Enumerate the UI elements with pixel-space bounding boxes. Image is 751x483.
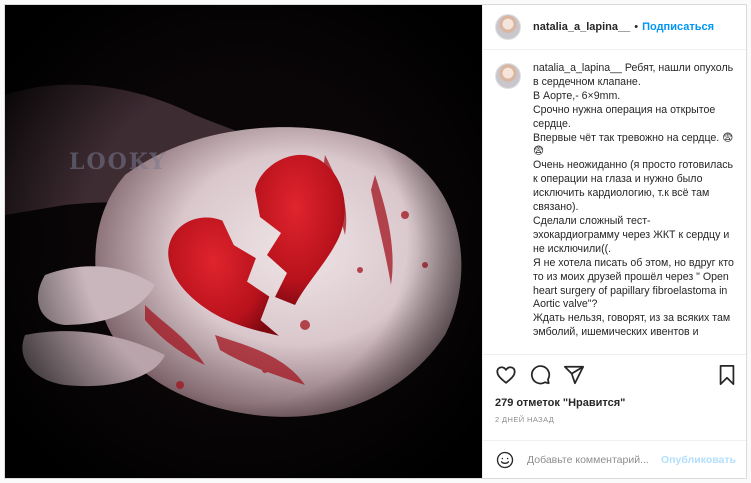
caption-line: Я не хотела писать об этом, но вдруг кто… — [533, 256, 734, 311]
caption-username[interactable]: natalia_a_lapina__ — [533, 62, 622, 74]
publish-button[interactable]: Опубликовать — [661, 454, 736, 466]
header-separator: • — [634, 21, 639, 33]
caption-line: В Аорте,- 6×9mm. — [533, 89, 621, 102]
heart-icon[interactable] — [493, 362, 519, 388]
follow-button[interactable]: Подписаться — [642, 21, 714, 33]
caption-line: Впервые чёт так тревожно на сердце. 😨😨 — [533, 131, 734, 158]
caption-line: Ждать нельзя, говорят, из за всяких там … — [533, 312, 731, 339]
likes-count[interactable]: 279 отметок "Нравится" — [483, 394, 746, 414]
smiley-icon[interactable] — [495, 450, 515, 470]
caption-line: Очень неожиданно (я просто готовилась к … — [533, 159, 734, 214]
post-header: natalia_a_lapina__ • Подписаться — [483, 5, 746, 50]
post-side-panel: natalia_a_lapina__ • Подписаться natalia… — [482, 5, 746, 478]
post-timestamp[interactable]: 2 ДНЕЙ НАЗАД — [483, 414, 746, 440]
action-bar — [483, 354, 746, 394]
comments-area: natalia_a_lapina__ Ребят, нашли опухоль … — [483, 50, 746, 354]
paper-plane-icon[interactable] — [561, 362, 587, 388]
comment-icon[interactable] — [527, 362, 553, 388]
image-watermark: LOOKY — [69, 149, 168, 175]
caption-avatar[interactable] — [495, 63, 521, 89]
post-image[interactable]: LOOKY — [5, 5, 482, 478]
bookmark-icon[interactable] — [714, 362, 740, 388]
add-comment-bar: Опубликовать — [483, 440, 746, 478]
caption-line: Сделали сложный тест-эхокардиограмму чер… — [533, 214, 730, 255]
author-avatar[interactable] — [495, 14, 521, 40]
broken-heart-photo — [5, 5, 482, 478]
comment-input[interactable] — [527, 453, 662, 466]
post-caption: natalia_a_lapina__ Ребят, нашли опухоль … — [533, 62, 734, 354]
caption-line: Срочно нужна операция на открытое сердце… — [533, 103, 716, 130]
post-card: LOOKY natalia_a_lapina__ • Подписаться n… — [4, 4, 747, 479]
author-username[interactable]: natalia_a_lapina__ — [533, 21, 630, 33]
